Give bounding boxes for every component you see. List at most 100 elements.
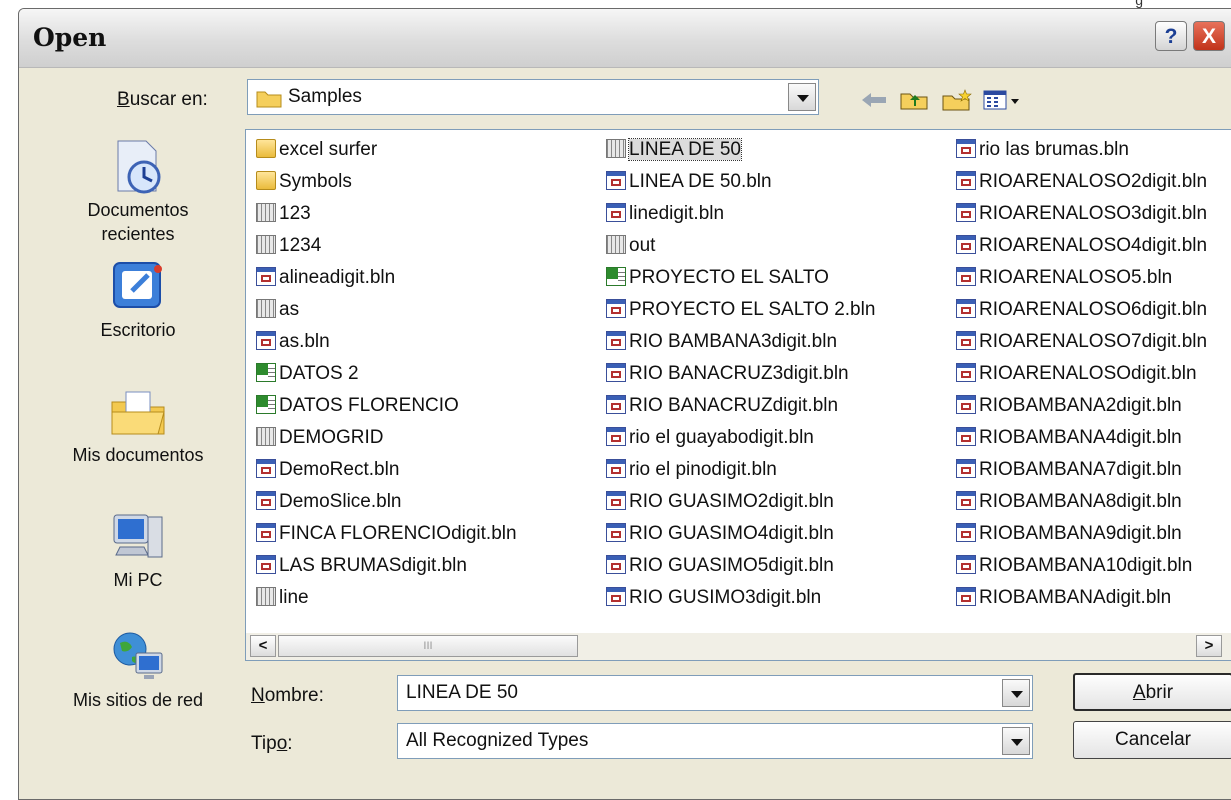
place-network[interactable]: Mis sitios de red <box>33 627 243 711</box>
filetype-dropdown-button[interactable] <box>1002 727 1030 755</box>
lookin-dropdown-button[interactable] <box>788 83 816 111</box>
close-button[interactable]: X <box>1193 21 1225 51</box>
scroll-thumb[interactable]: III <box>278 635 578 657</box>
place-recent-documents[interactable]: Documentos recientes <box>33 137 243 245</box>
scroll-right-button[interactable]: > <box>1196 635 1222 657</box>
file-item[interactable]: DEMOGRID <box>256 424 384 452</box>
file-item[interactable]: DemoSlice.bln <box>256 488 402 516</box>
file-item[interactable]: RIOBAMBANAdigit.bln <box>956 584 1171 612</box>
views-menu-icon[interactable] <box>983 89 1023 111</box>
lookin-label: Buscar en: <box>117 89 208 110</box>
place-my-computer[interactable]: Mi PC <box>33 507 243 591</box>
file-item[interactable]: RIOARENALOSO3digit.bln <box>956 200 1207 228</box>
file-item[interactable]: line <box>256 584 309 612</box>
file-item[interactable]: PROYECTO EL SALTO 2.bln <box>606 296 875 324</box>
place-my-documents[interactable]: Mis documentos <box>33 382 243 466</box>
up-folder-icon[interactable] <box>899 89 929 111</box>
file-item[interactable]: DATOS 2 <box>256 360 359 388</box>
help-button[interactable]: ? <box>1155 21 1187 51</box>
file-item[interactable]: linedigit.bln <box>606 200 724 228</box>
bln-file-icon <box>956 299 976 318</box>
file-item[interactable]: RIOARENALOSO4digit.bln <box>956 232 1207 260</box>
bln-file-icon <box>956 139 976 158</box>
file-item[interactable]: rio el pinodigit.bln <box>606 456 777 484</box>
xls-file-icon <box>256 363 276 382</box>
file-name: RIOBAMBANA10digit.bln <box>979 555 1193 576</box>
cancel-button[interactable]: Cancelar <box>1073 721 1231 759</box>
file-item[interactable]: RIOARENALOSO6digit.bln <box>956 296 1207 324</box>
file-item[interactable]: RIOARENALOSO2digit.bln <box>956 168 1207 196</box>
file-item[interactable]: LINEA DE 50.bln <box>606 168 772 196</box>
file-item[interactable]: RIO GUASIMO4digit.bln <box>606 520 834 548</box>
file-item[interactable]: PROYECTO EL SALTO <box>606 264 829 292</box>
file-item[interactable]: as.bln <box>256 328 330 356</box>
place-label: Escritorio <box>100 320 176 340</box>
file-name: out <box>629 235 656 256</box>
file-item[interactable]: RIO GUASIMO2digit.bln <box>606 488 834 516</box>
file-name: as.bln <box>279 331 330 352</box>
bln-file-icon <box>956 171 976 190</box>
file-name: 123 <box>279 203 311 224</box>
file-name: as <box>279 299 300 320</box>
page-corner-mark: g <box>1135 0 1143 8</box>
file-item[interactable]: RIO GUASIMO5digit.bln <box>606 552 834 580</box>
file-item[interactable]: rio las brumas.bln <box>956 136 1129 164</box>
file-item[interactable]: RIO BANACRUZ3digit.bln <box>606 360 849 388</box>
file-name: rio el pinodigit.bln <box>629 459 777 480</box>
folder-icon <box>256 91 282 108</box>
file-item[interactable]: rio el guayabodigit.bln <box>606 424 814 452</box>
open-dialog: Open ? X Buscar en: Samples Documentos r… <box>18 8 1231 800</box>
bln-file-icon <box>956 235 976 254</box>
file-item[interactable]: excel surfer <box>256 136 377 164</box>
file-item[interactable]: DATOS FLORENCIO <box>256 392 459 420</box>
file-name: RIO GUASIMO5digit.bln <box>629 555 834 576</box>
file-item[interactable]: DemoRect.bln <box>256 456 399 484</box>
file-item[interactable]: RIOARENALOSOdigit.bln <box>956 360 1197 388</box>
file-item[interactable]: alineadigit.bln <box>256 264 395 292</box>
file-name: Symbols <box>279 171 352 192</box>
bln-file-icon <box>606 331 626 350</box>
bln-file-icon <box>606 299 626 318</box>
file-item[interactable]: as <box>256 296 299 324</box>
scroll-left-button[interactable]: < <box>250 635 276 657</box>
file-item[interactable]: 123 <box>256 200 311 228</box>
file-list[interactable]: excel surfer Symbols 123 1234 alineadigit.bl… <box>245 129 1231 635</box>
file-item[interactable]: RIO BANACRUZdigit.bln <box>606 392 838 420</box>
grid-file-icon <box>606 139 626 158</box>
file-item[interactable]: Symbols <box>256 168 352 196</box>
bln-file-icon <box>956 459 976 478</box>
filename-label: Nombre: <box>251 685 324 706</box>
bln-file-icon <box>956 491 976 510</box>
file-item[interactable]: RIOBAMBANA7digit.bln <box>956 456 1182 484</box>
file-item[interactable]: LAS BRUMASdigit.bln <box>256 552 467 580</box>
filename-field[interactable]: LINEA DE 50 <box>397 675 1033 711</box>
lookin-combo[interactable]: Samples <box>247 79 819 115</box>
file-item[interactable]: LINEA DE 50 <box>606 136 742 164</box>
new-folder-icon[interactable] <box>941 89 973 111</box>
place-desktop[interactable]: Escritorio <box>33 257 243 341</box>
file-item[interactable]: RIOBAMBANA10digit.bln <box>956 552 1192 580</box>
open-button[interactable]: Abrir <box>1073 673 1231 711</box>
file-name: LAS BRUMASdigit.bln <box>279 555 467 576</box>
bln-file-icon <box>956 331 976 350</box>
back-icon[interactable] <box>859 89 889 111</box>
file-item[interactable]: RIOBAMBANA2digit.bln <box>956 392 1182 420</box>
file-item[interactable]: RIOBAMBANA4digit.bln <box>956 424 1182 452</box>
file-item[interactable]: RIO GUSIMO3digit.bln <box>606 584 821 612</box>
file-item[interactable]: out <box>606 232 655 260</box>
file-item[interactable]: RIOARENALOSO5.bln <box>956 264 1172 292</box>
file-item[interactable]: FINCA FLORENCIOdigit.bln <box>256 520 517 548</box>
file-name: RIO BANACRUZdigit.bln <box>629 395 839 416</box>
file-name: PROYECTO EL SALTO <box>629 267 829 288</box>
file-name: RIOBAMBANA8digit.bln <box>979 491 1182 512</box>
filename-dropdown-button[interactable] <box>1002 679 1030 707</box>
file-item[interactable]: RIOBAMBANA8digit.bln <box>956 488 1182 516</box>
file-item[interactable]: RIOARENALOSO7digit.bln <box>956 328 1207 356</box>
filetype-select[interactable]: All Recognized Types <box>397 723 1033 759</box>
file-item[interactable]: 1234 <box>256 232 321 260</box>
bln-file-icon <box>606 395 626 414</box>
horizontal-scrollbar[interactable]: < III > <box>245 633 1231 661</box>
file-name: RIOBAMBANA4digit.bln <box>979 427 1182 448</box>
file-item[interactable]: RIOBAMBANA9digit.bln <box>956 520 1182 548</box>
file-item[interactable]: RIO BAMBANA3digit.bln <box>606 328 837 356</box>
